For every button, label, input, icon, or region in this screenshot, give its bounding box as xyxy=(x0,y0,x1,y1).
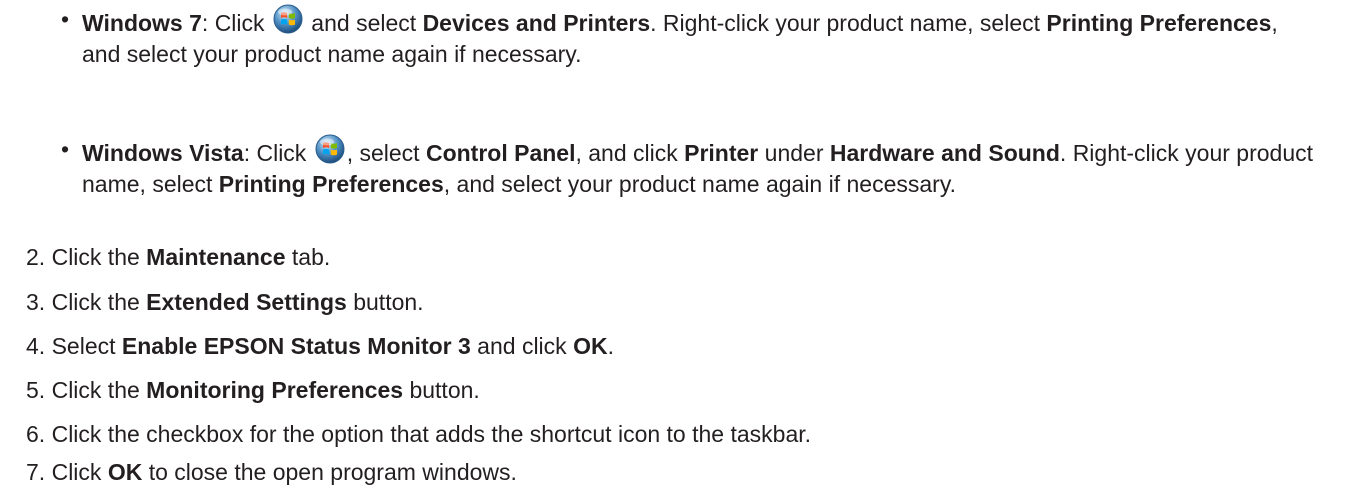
text-run: , select xyxy=(346,140,426,166)
step-text: Select Enable EPSON Status Monitor 3 and… xyxy=(52,333,614,359)
bold-ui-term: OK xyxy=(107,459,143,485)
step-text: Click the Extended Settings button. xyxy=(52,289,424,315)
text-run: . Right-click your product name, select xyxy=(650,10,1047,36)
text-run: and click xyxy=(470,333,574,359)
text-run: tab. xyxy=(285,244,331,270)
bold-ui-term: Windows Vista xyxy=(82,140,244,166)
step-text: Click the checkbox for the option that a… xyxy=(52,421,811,447)
step-text: Click the Monitoring Preferences button. xyxy=(52,377,480,403)
text-run: Click xyxy=(51,459,108,485)
text-run: , and click xyxy=(575,140,685,166)
text-run: Click the xyxy=(51,377,147,403)
text-run: Click the xyxy=(51,244,147,270)
step-item: 7. Click OK to close the open program wi… xyxy=(26,457,1326,488)
bold-ui-term: Printer xyxy=(684,140,759,166)
bold-ui-term: Devices and Printers xyxy=(422,10,651,36)
text-run: button. xyxy=(346,289,424,315)
windows-start-icon xyxy=(315,134,345,164)
step-item: 3. Click the Extended Settings button. xyxy=(26,287,1326,318)
bold-ui-term: Monitoring Preferences xyxy=(146,377,404,403)
text-run: : Click xyxy=(243,140,313,166)
instruction-document: • Windows 7: Click and select Devices an… xyxy=(0,0,1359,493)
step-number: 2. xyxy=(26,244,46,270)
bold-ui-term: Windows 7 xyxy=(82,10,202,36)
step-item: 5. Click the Monitoring Preferences butt… xyxy=(26,375,1326,406)
step-number: 3. xyxy=(26,289,46,315)
bullet-text: Windows 7: Click and select Devices and … xyxy=(82,4,1278,67)
step-item: 2. Click the Maintenance tab. xyxy=(26,242,1326,273)
bold-ui-term: OK xyxy=(573,333,608,359)
step-text: Click OK to close the open program windo… xyxy=(52,459,517,485)
bold-ui-term: Printing Preferences xyxy=(218,171,444,197)
text-run: Click the xyxy=(51,289,147,315)
text-run: under xyxy=(758,140,830,166)
bold-ui-term: Hardware and Sound xyxy=(829,140,1060,166)
bullet-windows-vista: • Windows Vista: Click , select Control … xyxy=(61,134,1322,200)
step-number: 6. xyxy=(26,421,46,447)
text-run: button. xyxy=(403,377,480,403)
bold-ui-term: Maintenance xyxy=(146,244,286,270)
text-run: , and select your product name again if … xyxy=(443,171,957,197)
text-run: Select xyxy=(51,333,122,359)
bold-ui-term: Printing Preferences xyxy=(1046,10,1272,36)
bold-ui-term: Enable EPSON Status Monitor 3 xyxy=(121,333,471,359)
text-run: Click the checkbox for the option that a… xyxy=(51,421,812,447)
bullet-text: Windows Vista: Click , select Control Pa… xyxy=(82,134,1313,197)
step-number: 4. xyxy=(26,333,46,359)
bold-ui-term: Extended Settings xyxy=(146,289,347,315)
text-run: to close the open program windows. xyxy=(142,459,517,485)
windows-start-icon xyxy=(273,4,303,34)
bullet-windows-7: • Windows 7: Click and select Devices an… xyxy=(61,4,1322,70)
step-number: 5. xyxy=(26,377,46,403)
text-run: . xyxy=(607,333,614,359)
step-item: 4. Select Enable EPSON Status Monitor 3 … xyxy=(26,331,1326,362)
text-run: : Click xyxy=(201,10,271,36)
step-number: 7. xyxy=(26,459,46,485)
bullet-marker: • xyxy=(61,6,70,32)
bold-ui-term: Control Panel xyxy=(425,140,576,166)
text-run: and select xyxy=(304,10,423,36)
step-item: 6. Click the checkbox for the option tha… xyxy=(26,419,1326,450)
step-text: Click the Maintenance tab. xyxy=(52,244,331,270)
bullet-marker: • xyxy=(61,136,70,162)
